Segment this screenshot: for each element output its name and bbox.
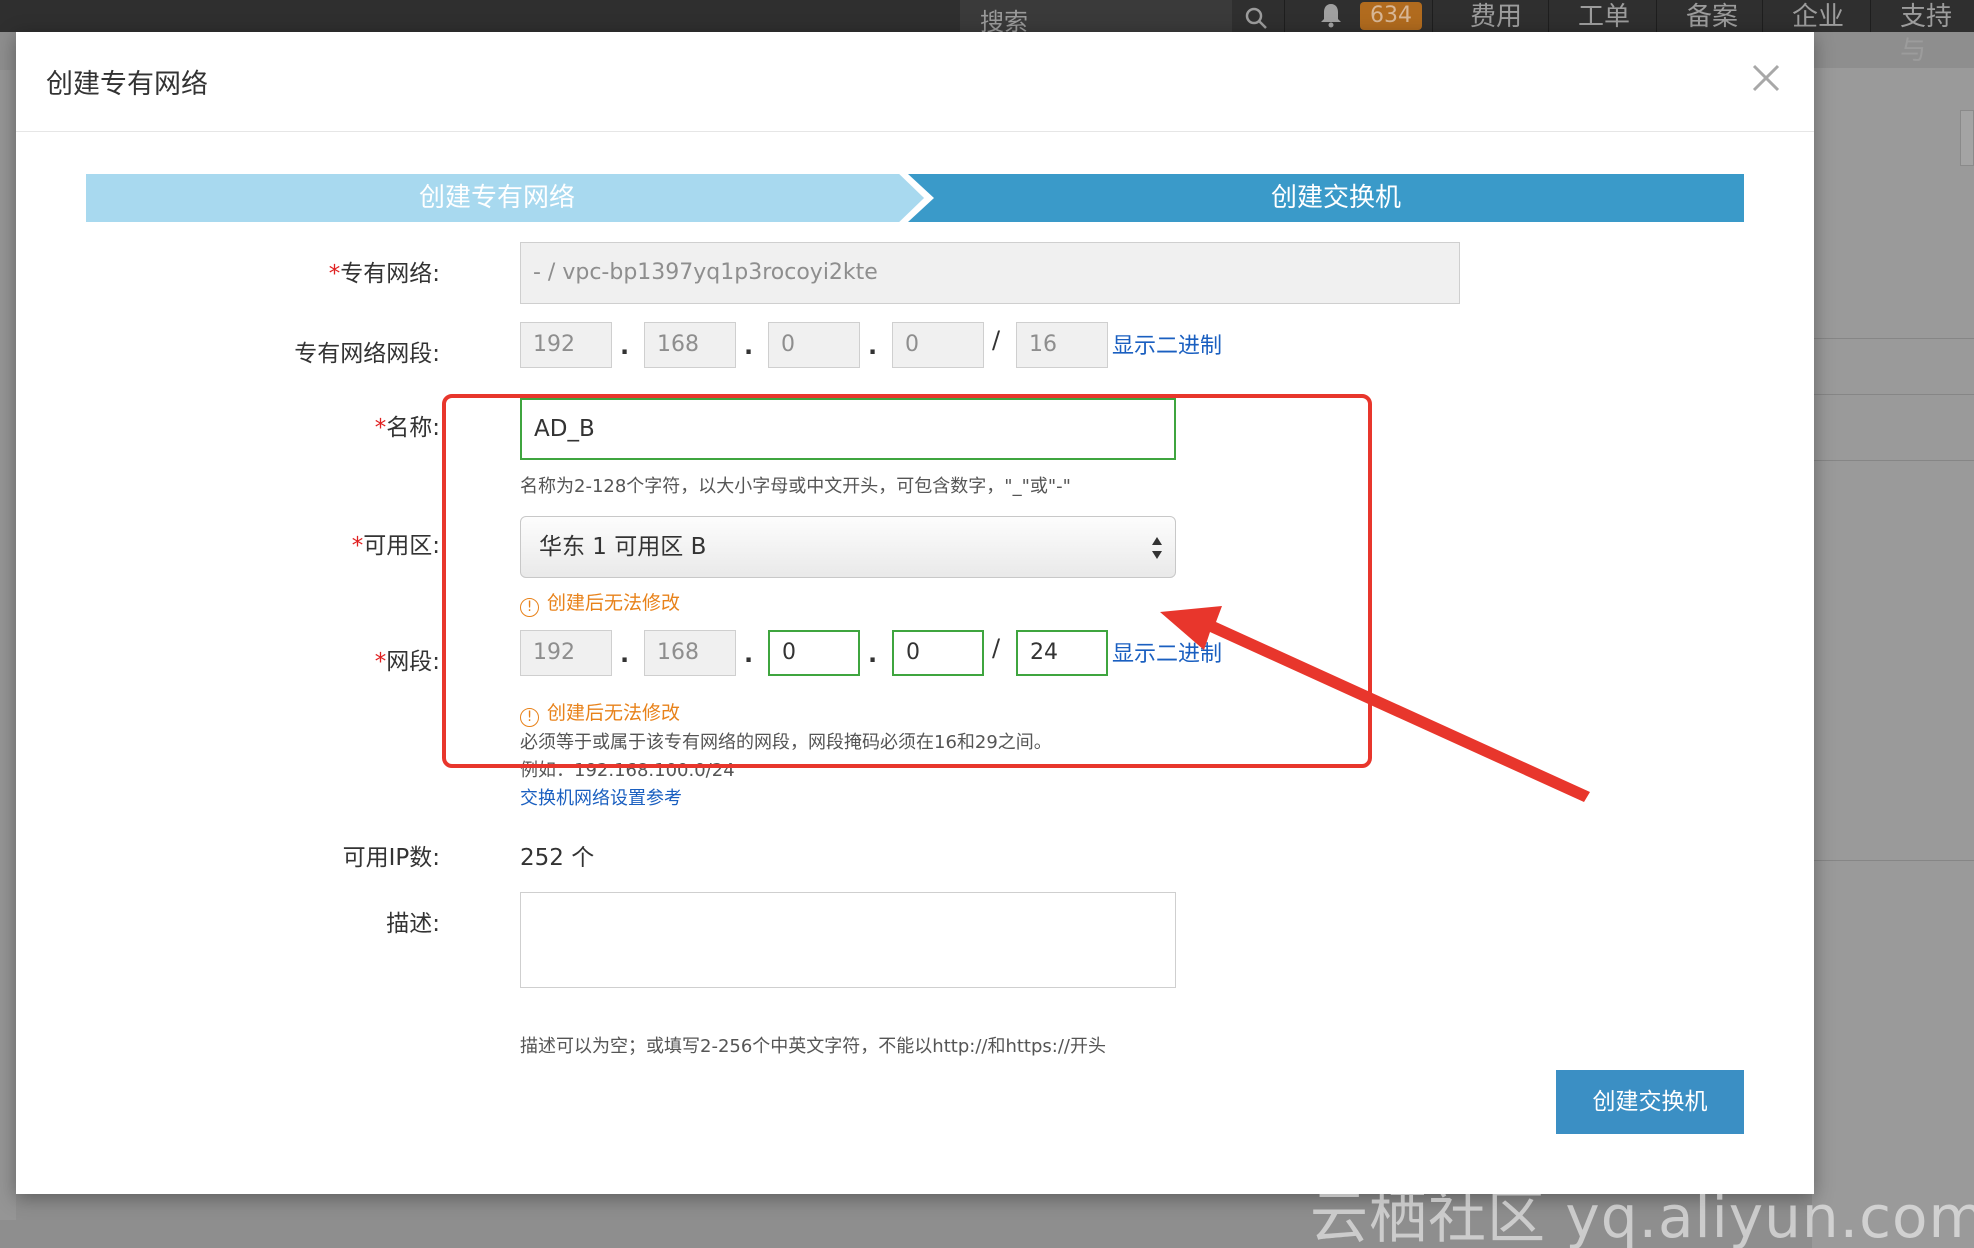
cidr-octet-3-input[interactable]: 0 (768, 630, 860, 676)
octet-separator: . (620, 332, 630, 360)
cidr-label: *网段: (374, 649, 440, 675)
dialog-title: 创建专有网络 (46, 69, 208, 100)
vpc-cidr-label: 专有网络网段: (294, 341, 440, 367)
background-panel-button (1960, 110, 1974, 166)
nav-item-enterprise[interactable]: 企业 (1792, 0, 1844, 34)
vpc-label: *专有网络: (328, 261, 440, 287)
topbar-separator (1762, 0, 1763, 32)
zone-select-value: 华东 1 可用区 B (539, 534, 707, 560)
nav-item-tickets[interactable]: 工单 (1578, 0, 1630, 34)
background-divider (1812, 394, 1974, 395)
mask-separator: / (992, 326, 1001, 354)
cidr-octet-2: 168 (644, 630, 736, 676)
nav-item-support[interactable]: 支持与 (1900, 0, 1974, 68)
nav-item-icp[interactable]: 备案 (1686, 0, 1738, 34)
name-input[interactable]: AD_B (520, 398, 1176, 460)
cidr-example: 例如：192.168.100.0/24 (520, 760, 735, 781)
cidr-warning: ! 创建后无法修改 (520, 698, 680, 727)
vpc-cidr-octet-2: 168 (644, 322, 736, 368)
description-label: 描述: (386, 911, 440, 937)
zone-select[interactable]: 华东 1 可用区 B (520, 516, 1176, 578)
background-sidebar (0, 70, 16, 1220)
name-hint: 名称为2-128个字符，以大小字母或中文开头，可包含数字，"_"或"-" (520, 476, 1071, 497)
create-switch-button[interactable]: 创建交换机 (1556, 1070, 1744, 1134)
top-navigation-bar: 搜索 634 费用 工单 备案 企业 支持与 (0, 0, 1974, 66)
step-2-label: 创建交换机 (1270, 183, 1401, 213)
select-arrows-icon (1152, 537, 1162, 559)
octet-separator: . (620, 640, 630, 668)
step-1-label: 创建专有网络 (418, 183, 575, 213)
octet-separator: . (868, 332, 878, 360)
name-label: *名称: (374, 415, 440, 441)
vpc-cidr-octet-3: 0 (768, 322, 860, 368)
cidr-show-binary-link[interactable]: 显示二进制 (1112, 636, 1222, 668)
octet-separator: . (744, 332, 754, 360)
background-divider (1812, 860, 1974, 861)
vpc-field: - / vpc-bp1397yq1p3rocoyi2kte (520, 242, 1460, 304)
topbar-separator (1870, 0, 1871, 32)
description-textarea[interactable] (520, 892, 1176, 988)
dialog-header: 创建专有网络 (16, 32, 1814, 132)
octet-separator: . (744, 640, 754, 668)
close-icon[interactable] (1748, 60, 1784, 96)
notification-count-badge[interactable]: 634 (1360, 2, 1422, 30)
available-ip-value: 252 个 (520, 845, 595, 871)
mask-separator: / (992, 634, 1001, 662)
warning-icon: ! (520, 708, 539, 727)
vpc-cidr-octet-1: 192 (520, 322, 612, 368)
cidr-mask-input[interactable]: 24 (1016, 630, 1108, 676)
background-divider (1812, 460, 1974, 461)
warning-icon: ! (520, 598, 539, 617)
search-icon[interactable] (1244, 6, 1268, 30)
background-content-panel (1812, 68, 1974, 1248)
watermark: 云栖社区 yq.aliyun.com (1310, 1183, 1974, 1248)
available-ip-label: 可用IP数: (342, 845, 440, 871)
topbar-separator (1284, 0, 1285, 32)
bell-icon[interactable] (1318, 2, 1344, 28)
step-indicator: 创建专有网络 创建交换机 (86, 174, 1744, 222)
topbar-separator (1656, 0, 1657, 32)
vpc-cidr-octet-4: 0 (892, 322, 984, 368)
cidr-octet-4-input[interactable]: 0 (892, 630, 984, 676)
octet-separator: . (868, 640, 878, 668)
zone-warning: ! 创建后无法修改 (520, 588, 680, 617)
cidr-hint: 必须等于或属于该专有网络的网段，网段掩码必须在16和29之间。 (520, 732, 1052, 753)
nav-item-billing[interactable]: 费用 (1470, 0, 1522, 34)
background-divider (1812, 338, 1974, 339)
switch-network-reference-link[interactable]: 交换机网络设置参考 (520, 784, 682, 810)
description-hint: 描述可以为空；或填写2-256个中英文字符，不能以http://和https:/… (520, 1036, 1106, 1057)
create-vpc-dialog: 创建专有网络 创建专有网络 创建交换机 *专有网络: - / vpc-bp139… (16, 32, 1814, 1194)
vpc-show-binary-link[interactable]: 显示二进制 (1112, 328, 1222, 360)
zone-label: *可用区: (351, 533, 440, 559)
topbar-separator (1548, 0, 1549, 32)
vpc-cidr-mask: 16 (1016, 322, 1108, 368)
topbar-separator (1432, 0, 1433, 32)
cidr-octet-1: 192 (520, 630, 612, 676)
